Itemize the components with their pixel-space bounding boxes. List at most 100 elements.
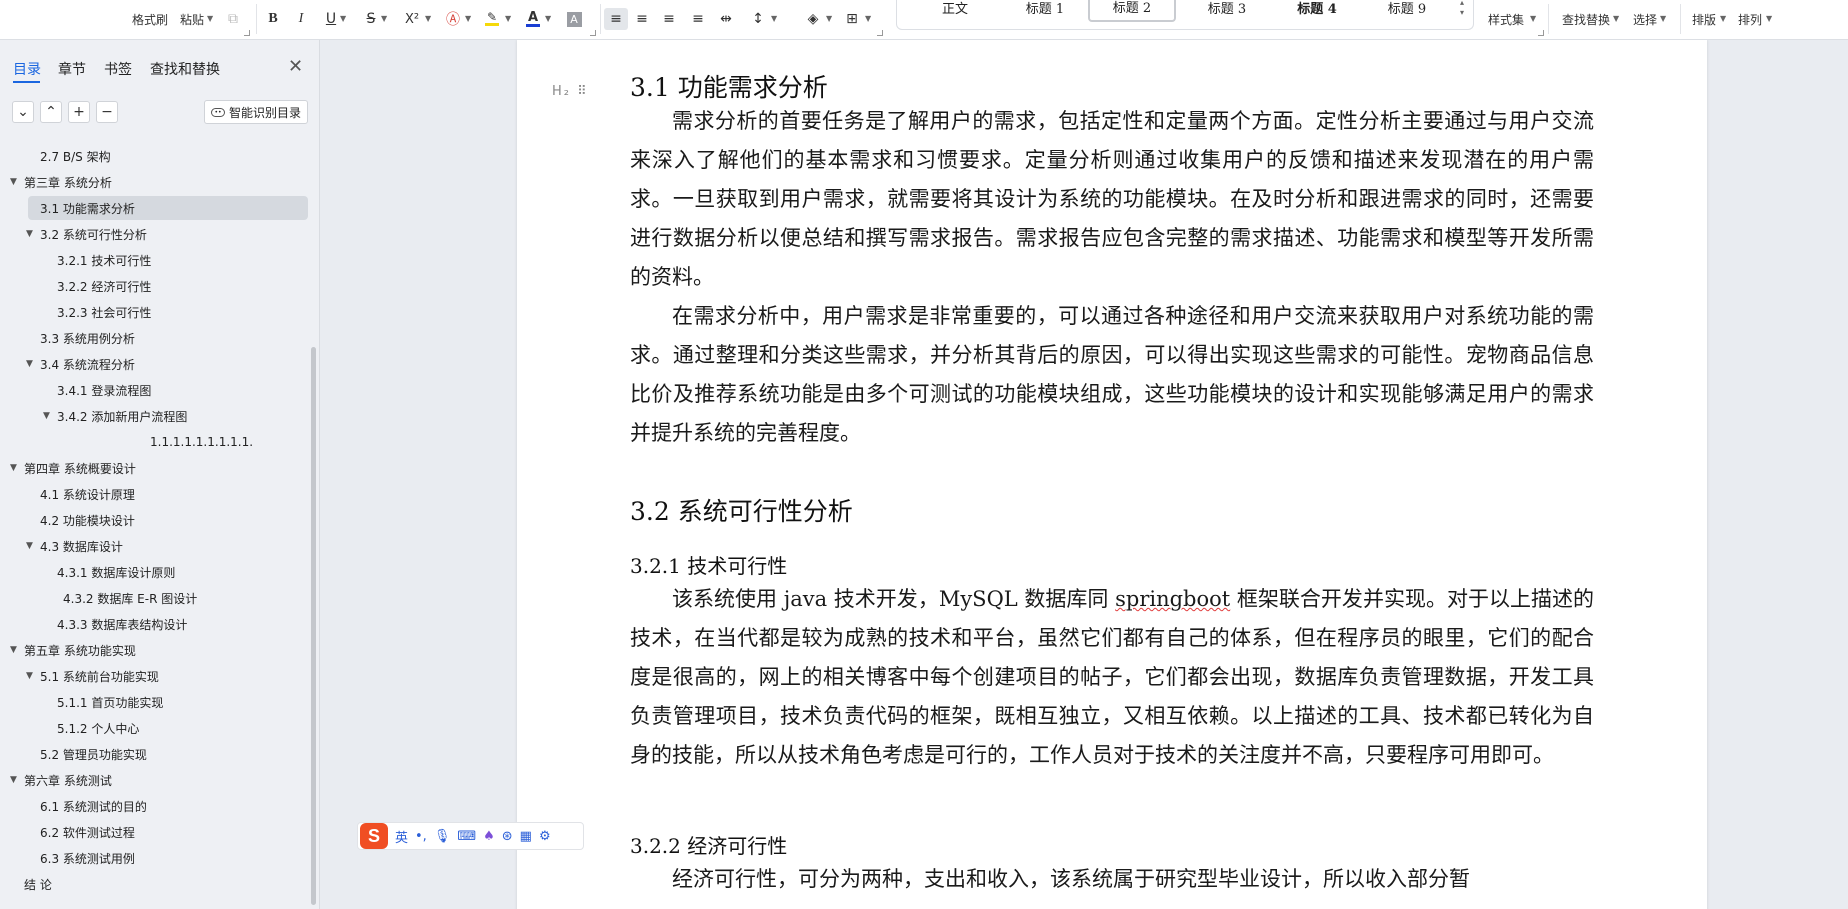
toc-item[interactable]: 1.1.1.1.1.1.1.1.1. [150, 430, 253, 454]
sidebar-scrollbar[interactable] [311, 347, 316, 905]
align-left-button[interactable]: ≡ [604, 8, 628, 30]
game-icon[interactable]: ⊛ [502, 829, 513, 844]
format-painter-button[interactable]: 格式刷 [132, 11, 168, 28]
line-spacing-dropdown-icon[interactable]: ▼ [771, 14, 777, 23]
toc-item[interactable]: 4.3.2 数据库 E-R 图设计 [63, 586, 197, 610]
punctuation-toggle[interactable]: •, [415, 829, 427, 844]
layout-button[interactable]: 排版 [1692, 11, 1716, 28]
copy-icon[interactable]: ⧉ [223, 9, 243, 29]
toc-item[interactable]: 3.2.3 社会可行性 [57, 300, 151, 324]
toc-item[interactable]: ▼ 3.4.2 添加新用户流程图 [43, 404, 187, 428]
toc-item[interactable]: 6.2 软件测试过程 [40, 820, 135, 844]
arrange-button[interactable]: 排列 [1738, 11, 1762, 28]
toc-item[interactable]: ▼ 5.1 系统前台功能实现 [26, 664, 159, 688]
close-icon[interactable]: ✕ [288, 56, 303, 77]
mic-icon[interactable]: 🎙︎ [434, 829, 451, 844]
tab-chapters[interactable]: 章节 [58, 59, 86, 79]
toc-item[interactable]: 5.1.1 首页功能实现 [57, 690, 163, 714]
toc-item[interactable]: 6.1 系统测试的目的 [40, 794, 147, 818]
clipboard-dialog-launcher[interactable] [244, 30, 250, 36]
toc-item[interactable]: 6.3 系统测试用例 [40, 846, 135, 870]
toc-item[interactable]: 4.2 功能模块设计 [40, 508, 135, 532]
remove-heading-button[interactable]: − [96, 101, 118, 123]
style-normal[interactable]: 正文 [925, 0, 985, 22]
settings-icon[interactable]: ⚙ [539, 829, 551, 844]
apps-icon[interactable]: ▦ [520, 829, 532, 844]
toc-item[interactable]: ▼ 4.3 数据库设计 [26, 534, 123, 558]
paragraph-2[interactable]: 在需求分析中，用户需求是非常重要的，可以通过各种途径和用户交流来获取用户对系统功… [630, 297, 1594, 453]
char-shading-button[interactable]: A [564, 9, 584, 29]
paragraph-4[interactable]: 经济可行性，可分为两种，支出和收入，该系统属于研究型毕业设计，所以收入部分暂 [630, 860, 1594, 899]
toc-item[interactable]: ▼ 第五章 系统功能实现 [10, 638, 136, 662]
paste-button[interactable]: 粘贴 [180, 11, 204, 28]
superscript-dropdown-icon[interactable]: ▼ [425, 14, 431, 23]
style-heading-9[interactable]: 标题 9 [1367, 0, 1447, 22]
expand-toggle-icon[interactable]: ▼ [10, 645, 24, 655]
style-heading-4[interactable]: 标题 4 [1277, 0, 1357, 22]
expand-toggle-icon[interactable]: ▼ [43, 411, 57, 421]
expand-toggle-icon[interactable]: ▼ [26, 229, 40, 239]
paragraph-3[interactable]: 该系统使用 java 技术开发，MySQL 数据库同 springboot 框架… [630, 580, 1594, 775]
toc-item[interactable]: 3.1 功能需求分析 [28, 196, 308, 220]
find-replace-dropdown-icon[interactable]: ▼ [1613, 14, 1619, 23]
strikethrough-button[interactable]: S [361, 9, 381, 29]
find-replace-button[interactable]: 查找替换 [1562, 11, 1610, 28]
border-icon[interactable]: ⊞ [842, 9, 862, 29]
toc-item[interactable]: 4.3.1 数据库设计原则 [57, 560, 175, 584]
style-heading-1[interactable]: 标题 1 [1005, 0, 1085, 22]
expand-toggle-icon[interactable]: ▼ [10, 463, 24, 473]
font-color-icon[interactable]: A [523, 9, 543, 29]
toc-item[interactable]: 3.4.1 登录流程图 [57, 378, 151, 402]
toc-item[interactable]: 3.2.1 技术可行性 [57, 248, 151, 272]
expand-toggle-icon[interactable]: ▼ [26, 359, 40, 369]
font-color-dropdown-icon[interactable]: ▼ [545, 14, 551, 23]
style-heading-3[interactable]: 标题 3 [1187, 0, 1267, 22]
styles-scroll-icon[interactable]: ▴ ▾ [1460, 0, 1464, 18]
align-right-button[interactable]: ≡ [659, 9, 679, 29]
superscript-button[interactable]: X² [402, 9, 422, 29]
expand-toggle-icon[interactable]: ▼ [26, 671, 40, 681]
tab-bookmarks[interactable]: 书签 [104, 59, 132, 79]
tab-toc[interactable]: 目录 [13, 59, 41, 79]
styles-set-button[interactable]: 样式集 [1488, 11, 1524, 28]
paragraph-dialog-launcher[interactable] [877, 30, 883, 36]
toc-item[interactable]: 3.2.2 经济可行性 [57, 274, 151, 298]
collapse-up-button[interactable]: ⌃ [40, 101, 62, 123]
toc-item[interactable]: 5.1.2 个人中心 [57, 716, 139, 740]
heading-3-2-1[interactable]: 3.2.1 技术可行性 [630, 550, 787, 579]
heading-drag-handle-icon[interactable]: H₂ ⠿ [552, 84, 589, 99]
toc-item[interactable]: 4.1 系统设计原理 [40, 482, 135, 506]
toc-item[interactable]: ▼ 3.4 系统流程分析 [26, 352, 135, 376]
styles-set-dropdown-icon[interactable]: ▼ [1530, 14, 1536, 23]
expand-toggle-icon[interactable]: ▼ [10, 177, 24, 187]
heading-3-1[interactable]: 3.1 功能需求分析 [630, 68, 828, 104]
toc-item[interactable]: ▼ 第六章 系统测试 [10, 768, 112, 792]
toc-item[interactable]: 4.3.3 数据库表结构设计 [57, 612, 187, 636]
expand-down-button[interactable]: ⌄ [12, 101, 34, 123]
skin-icon[interactable]: ♠ [483, 829, 495, 844]
paragraph-1[interactable]: 需求分析的首要任务是了解用户的需求，包括定性和定量两个方面。定性分析主要通过与用… [630, 102, 1594, 297]
spelling-error[interactable]: springboot [1115, 587, 1230, 611]
bold-button[interactable]: B [263, 9, 283, 29]
layout-dropdown-icon[interactable]: ▼ [1720, 14, 1726, 23]
distribute-button[interactable]: ⇹ [716, 9, 736, 29]
border-dropdown-icon[interactable]: ▼ [865, 14, 871, 23]
toc-item[interactable]: 5.2 管理员功能实现 [40, 742, 147, 766]
shading-fill-icon[interactable]: ◈ [803, 9, 823, 29]
select-dropdown-icon[interactable]: ▼ [1660, 14, 1666, 23]
heading-3-2-2[interactable]: 3.2.2 经济可行性 [630, 830, 787, 859]
keyboard-icon[interactable]: ⌨ [457, 829, 476, 844]
text-effect-dropdown-icon[interactable]: ▼ [465, 14, 471, 23]
select-button[interactable]: 选择 [1633, 11, 1657, 28]
justify-button[interactable]: ≡ [688, 9, 708, 29]
toc-item[interactable]: ▼ 第三章 系统分析 [10, 170, 112, 194]
styles-dialog-launcher[interactable] [1538, 30, 1544, 36]
underline-dropdown-icon[interactable]: ▼ [340, 14, 346, 23]
toc-item[interactable]: ▼ 3.2 系统可行性分析 [26, 222, 147, 246]
ime-language-toggle[interactable]: 英 [395, 827, 408, 846]
strike-dropdown-icon[interactable]: ▼ [381, 14, 387, 23]
sogou-logo-icon[interactable]: S [360, 823, 388, 849]
toc-item[interactable]: ▼ 第四章 系统概要设计 [10, 456, 136, 480]
paste-dropdown-icon[interactable]: ▼ [207, 14, 213, 23]
toc-item[interactable]: 结 论 [24, 872, 52, 896]
